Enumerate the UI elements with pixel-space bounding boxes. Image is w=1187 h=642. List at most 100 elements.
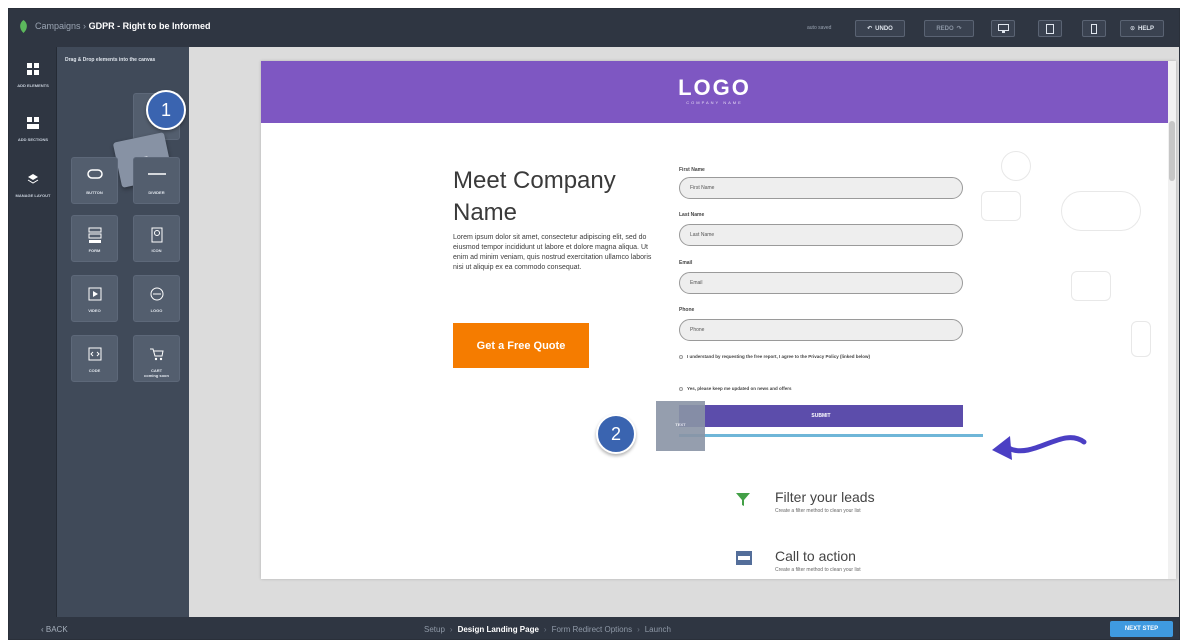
- breadcrumb-separator: ›: [83, 21, 87, 31]
- video-icon: [88, 287, 101, 301]
- step-setup[interactable]: Setup: [424, 625, 445, 634]
- rail-item-add-sections[interactable]: ADD SECTIONS: [9, 117, 57, 142]
- elements-panel: Drag & Drop elements into the canvas TEX…: [57, 47, 189, 617]
- submit-button[interactable]: SUBMIT: [679, 405, 963, 427]
- breadcrumb-campaigns[interactable]: Campaigns: [35, 21, 81, 31]
- element-label: CODE: [88, 368, 101, 373]
- element-tile-divider[interactable]: DIVIDER: [133, 157, 180, 204]
- rail-label: ADD ELEMENTS: [17, 83, 49, 88]
- editor-canvas: LOGO COMPANY NAME Meet Company Name Lore…: [189, 47, 1179, 617]
- element-tile-icon[interactable]: ICON: [133, 215, 180, 262]
- step-design-landing-page[interactable]: Design Landing Page: [458, 625, 539, 634]
- element-tile-logo[interactable]: LOGO: [133, 275, 180, 322]
- mobile-view-button[interactable]: [1082, 20, 1106, 37]
- element-tile-button[interactable]: BUTTON: [71, 157, 118, 204]
- grid-icon: [27, 63, 39, 75]
- get-quote-button[interactable]: Get a Free Quote: [453, 323, 589, 368]
- background-doodle: [1131, 321, 1151, 357]
- element-tile-video[interactable]: VIDEO: [71, 275, 118, 322]
- breadcrumb: Campaigns › GDPR - Right to be Informed: [35, 21, 211, 31]
- cta-icon: [736, 551, 752, 565]
- breadcrumb-current: GDPR - Right to be Informed: [88, 21, 211, 31]
- page-headline[interactable]: Meet Company Name: [453, 165, 663, 229]
- step-launch[interactable]: Launch: [645, 625, 671, 634]
- element-label: LOGO: [150, 308, 163, 313]
- first-name-label: First Name: [679, 167, 705, 173]
- desktop-icon: [997, 24, 1009, 33]
- element-tile-form[interactable]: FORM: [71, 215, 118, 262]
- background-doodle: [1001, 151, 1031, 181]
- badge-icon: [151, 227, 162, 243]
- brand-leaf-icon: [20, 20, 27, 33]
- left-rail: ADD ELEMENTS ADD SECTIONS MANAGE LAYOUT: [9, 47, 57, 617]
- help-label: HELP: [1138, 25, 1155, 32]
- background-doodle: [1071, 271, 1111, 301]
- panel-header: Drag & Drop elements into the canvas: [65, 57, 156, 63]
- callout-step-1: 1: [146, 90, 186, 130]
- scrollbar-thumb[interactable]: [1169, 121, 1175, 181]
- phone-label: Phone: [679, 307, 695, 313]
- email-field[interactable]: Email: [679, 272, 963, 294]
- rail-label: ADD SECTIONS: [17, 137, 49, 142]
- phone-field[interactable]: Phone: [679, 319, 963, 341]
- last-name-label: Last Name: [679, 212, 705, 218]
- feature-title: Call to action: [775, 548, 856, 564]
- help-button[interactable]: ⊙ HELP: [1120, 20, 1164, 37]
- layers-icon: [27, 174, 39, 184]
- mobile-icon: [1091, 23, 1097, 34]
- privacy-consent[interactable]: I understand by requesting the free repo…: [679, 353, 963, 360]
- cart-icon: [149, 348, 164, 361]
- page-body-text[interactable]: Lorem ipsum dolor sit amet, consectetur …: [453, 233, 655, 273]
- feature-subtitle: Create a filter method to clean your lis…: [775, 567, 861, 573]
- newsletter-consent[interactable]: Yes, please keep me updated on news and …: [679, 385, 963, 392]
- top-bar: Campaigns › GDPR - Right to be Informed …: [9, 9, 1179, 47]
- element-label: DIVIDER: [148, 190, 165, 195]
- logo-text: LOGO: [678, 75, 751, 100]
- form-icon: [88, 227, 101, 243]
- bottom-bar: ‹ BACK Setup › Design Landing Page › Form Re…: [9, 617, 1179, 639]
- first-name-field[interactable]: First Name: [679, 177, 963, 199]
- element-label: FORM: [88, 248, 101, 253]
- sections-icon: [27, 117, 39, 129]
- callout-step-2: 2: [596, 414, 636, 454]
- feature-subtitle: Create a filter method to clean your lis…: [775, 508, 861, 514]
- element-label: BUTTON: [86, 190, 103, 195]
- desktop-view-button[interactable]: [991, 20, 1015, 37]
- tablet-view-button[interactable]: [1038, 20, 1062, 37]
- background-doodle: [1061, 191, 1141, 231]
- newsletter-radio[interactable]: [679, 386, 683, 391]
- code-icon: [88, 347, 101, 361]
- hero-banner[interactable]: LOGO COMPANY NAME: [261, 61, 1168, 123]
- rail-item-add-elements[interactable]: ADD ELEMENTS: [9, 63, 57, 88]
- redo-label: REDO: [936, 25, 954, 32]
- rail-label: MANAGE LAYOUT: [15, 193, 51, 198]
- drop-indicator: [679, 434, 983, 437]
- back-button[interactable]: ‹ BACK: [41, 625, 68, 634]
- divider-icon: [147, 173, 166, 175]
- element-tile-cart[interactable]: CART coming soon: [133, 335, 180, 382]
- next-step-button[interactable]: NEXT STEP: [1110, 621, 1173, 637]
- privacy-radio[interactable]: [679, 354, 683, 359]
- rail-item-manage-layout[interactable]: MANAGE LAYOUT: [9, 173, 57, 198]
- undo-button[interactable]: ↶ UNDO: [855, 20, 905, 37]
- button-icon: [86, 169, 103, 179]
- element-label: ICON: [151, 248, 162, 253]
- page-scrollbar[interactable]: [1168, 61, 1176, 579]
- email-label: Email: [679, 260, 693, 266]
- feature-title: Filter your leads: [775, 489, 875, 505]
- help-icon: ⊙: [1129, 26, 1135, 32]
- pointer-arrow-icon: [992, 435, 1087, 460]
- redo-icon: ↷: [956, 26, 962, 32]
- step-form-redirect[interactable]: Form Redirect Options: [552, 625, 632, 634]
- landing-page-preview: LOGO COMPANY NAME Meet Company Name Lore…: [261, 61, 1176, 579]
- drag-ghost-label: TEXT: [675, 422, 686, 427]
- tablet-icon: [1046, 23, 1054, 34]
- element-label: VIDEO: [88, 308, 101, 313]
- last-name-field[interactable]: Last Name: [679, 224, 963, 246]
- undo-icon: ↶: [867, 26, 873, 32]
- redo-button[interactable]: REDO ↷: [924, 20, 974, 37]
- newsletter-consent-text: Yes, please keep me updated on news and …: [687, 386, 792, 391]
- element-tile-code[interactable]: CODE: [71, 335, 118, 382]
- drag-ghost-text[interactable]: TEXT: [656, 401, 705, 451]
- autosave-status: auto saved: [807, 25, 832, 31]
